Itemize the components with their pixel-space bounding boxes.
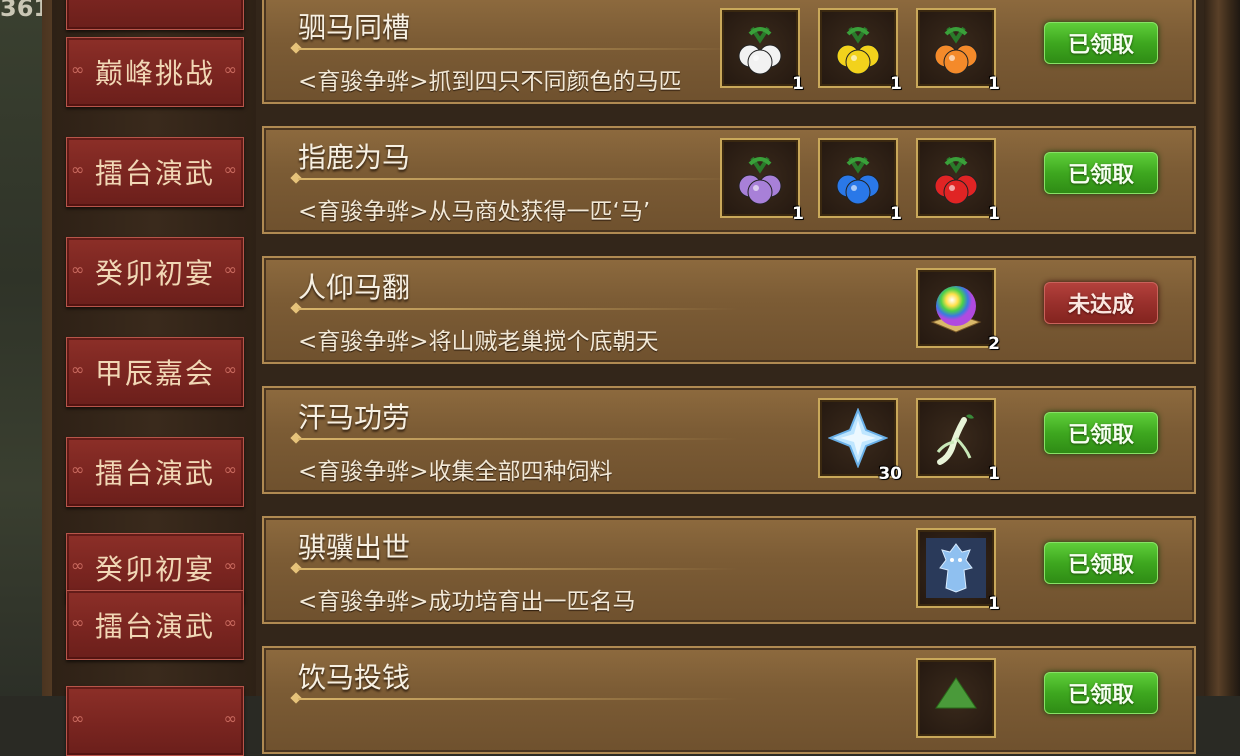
achievement-description: <育骏争骅>将山贼老巢搅个底朝天 [298, 329, 659, 355]
achievement-title: 指鹿为马 [298, 141, 411, 174]
achievement-row: 驷马同槽 <育骏争骅>抓到四只不同颜色的马匹 1 1 1 已领取 [262, 0, 1196, 104]
reward-count: 1 [988, 594, 1000, 614]
tab-2[interactable]: 擂台演武 [66, 137, 244, 207]
achievement-title: 饮马投钱 [298, 661, 411, 694]
title-divider [298, 568, 738, 570]
reward-count: 1 [890, 204, 902, 224]
achievement-title: 汗马功劳 [298, 401, 411, 434]
claimed-status-button[interactable]: 已领取 [1044, 152, 1158, 194]
achievement-description: <育骏争骅>抓到四只不同颜色的马匹 [298, 69, 682, 95]
achievement-description: <育骏争骅>从马商处获得一匹‘马’ [298, 199, 651, 225]
achievement-row: 骐骥出世 <育骏争骅>成功培育出一匹名马 1 已领取 [262, 516, 1196, 624]
reward-item[interactable]: 1 [916, 398, 1000, 484]
reward-count: 30 [878, 464, 902, 484]
reward-item[interactable]: 1 [720, 8, 804, 94]
reward-item[interactable]: 1 [818, 8, 902, 94]
reward-count: 1 [988, 464, 1000, 484]
scroll-border [1204, 0, 1240, 696]
reward-count: 1 [988, 74, 1000, 94]
reward-item[interactable]: 1 [720, 138, 804, 224]
reward-count: 1 [890, 74, 902, 94]
title-divider [298, 698, 738, 700]
claimed-status-button[interactable]: 已领取 [1044, 672, 1158, 714]
achievement-title: 人仰马翻 [298, 271, 411, 304]
tab-8[interactable] [66, 686, 244, 756]
title-divider [298, 438, 738, 440]
claimed-status-button[interactable]: 已领取 [1044, 22, 1158, 64]
title-divider [298, 178, 738, 180]
reward-item[interactable]: 1 [818, 138, 902, 224]
achievement-row: 指鹿为马 <育骏争骅>从马商处获得一匹‘马’ 1 1 1 已领取 [262, 126, 1196, 234]
reward-count: 1 [792, 74, 804, 94]
claimed-status-button[interactable]: 已领取 [1044, 412, 1158, 454]
title-divider [298, 48, 738, 50]
achievement-row: 汗马功劳 <育骏争骅>收集全部四种饲料 30 1 已领取 [262, 386, 1196, 494]
reward-item[interactable] [916, 658, 996, 738]
unfinished-status-button[interactable]: 未达成 [1044, 282, 1158, 324]
reward-count: 1 [988, 204, 1000, 224]
achievement-row: 人仰马翻 <育骏争骅>将山贼老巢搅个底朝天 2 未达成 [262, 256, 1196, 364]
achievement-title: 驷马同槽 [298, 11, 411, 44]
tab-4[interactable]: 甲辰嘉会 [66, 337, 244, 407]
achievement-description: <育骏争骅>成功培育出一匹名马 [298, 589, 636, 615]
reward-item[interactable]: 30 [818, 398, 902, 484]
title-divider [298, 308, 738, 310]
reward-count: 1 [792, 204, 804, 224]
achievement-title: 骐骥出世 [298, 531, 411, 564]
tab-0[interactable] [66, 0, 244, 30]
achievement-row: 饮马投钱 已领取 [262, 646, 1196, 754]
tab-5[interactable]: 擂台演武 [66, 437, 244, 507]
tab-3[interactable]: 癸卯初宴 [66, 237, 244, 307]
reward-item[interactable]: 1 [916, 8, 1000, 94]
claimed-status-button[interactable]: 已领取 [1044, 542, 1158, 584]
tab-1[interactable]: 巅峰挑战 [66, 37, 244, 107]
achievement-description: <育骏争骅>收集全部四种饲料 [298, 459, 613, 485]
reward-item[interactable]: 1 [916, 138, 1000, 224]
reward-count: 2 [988, 334, 1000, 354]
tab-7[interactable]: 擂台演武 [66, 590, 244, 660]
reward-item[interactable]: 1 [916, 528, 1000, 614]
reward-item[interactable]: 2 [916, 268, 1000, 354]
